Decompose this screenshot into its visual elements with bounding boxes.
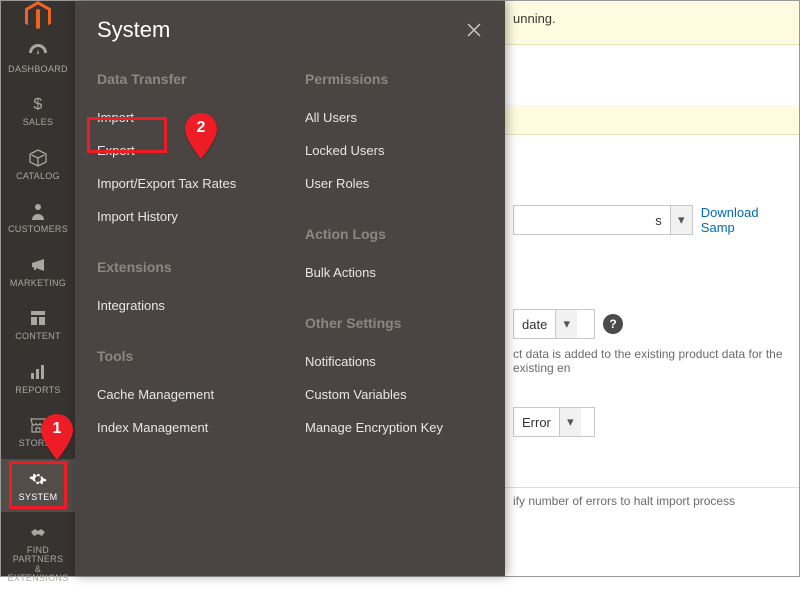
group-title-extensions: Extensions: [97, 259, 275, 275]
download-sample-link[interactable]: Download Samp: [701, 205, 791, 235]
import-behavior-row: date ▾ ?: [505, 303, 799, 345]
sidebar-item-label: CUSTOMERS: [8, 225, 68, 234]
footer-help-text: ify number of errors to halt import proc…: [505, 487, 799, 516]
entity-type-row: s ▾ Download Samp: [505, 199, 799, 241]
store-icon: [29, 415, 47, 435]
sidebar-item-stores[interactable]: STORES: [1, 405, 75, 458]
sidebar-item-marketing[interactable]: MARKETING: [1, 245, 75, 298]
menu-item-user-roles[interactable]: User Roles: [305, 167, 483, 200]
dollar-icon: $: [29, 94, 47, 114]
flyout-title: System: [97, 17, 170, 43]
help-icon[interactable]: ?: [603, 314, 623, 334]
entity-type-select[interactable]: s ▾: [513, 205, 693, 235]
menu-item-bulk-actions[interactable]: Bulk Actions: [305, 256, 483, 289]
sidebar-item-system[interactable]: SYSTEM: [1, 459, 75, 512]
admin-sidebar: DASHBOARD $ SALES CATALOG CUSTOMERS MARK…: [1, 1, 75, 576]
sidebar-item-customers[interactable]: CUSTOMERS: [1, 191, 75, 244]
menu-item-locked-users[interactable]: Locked Users: [305, 134, 483, 167]
flyout-col-left: Data Transfer Import Export Import/Expor…: [97, 65, 275, 462]
sidebar-item-reports[interactable]: REPORTS: [1, 352, 75, 405]
notice-banner-top: unning.: [505, 1, 799, 45]
sidebar-item-label: REPORTS: [15, 386, 60, 395]
page-background: unning. s ▾ Download Samp date ▾ ? ct da…: [505, 1, 799, 576]
sidebar-item-label: MARKETING: [10, 279, 66, 288]
notice-banner-2: [505, 105, 799, 135]
menu-item-import-history[interactable]: Import History: [97, 200, 275, 233]
layout-icon: [29, 308, 47, 328]
menu-item-export[interactable]: Export: [97, 134, 275, 167]
group-title-other-settings: Other Settings: [305, 315, 483, 331]
person-icon: [30, 201, 46, 221]
validation-row: Error ▾: [505, 401, 799, 443]
system-flyout: System Data Transfer Import Export Impor…: [75, 1, 505, 576]
menu-item-import[interactable]: Import: [97, 101, 275, 134]
gear-icon: [29, 469, 47, 489]
sidebar-item-catalog[interactable]: CATALOG: [1, 138, 75, 191]
sidebar-item-label: SALES: [23, 118, 54, 127]
sidebar-item-label: DASHBOARD: [8, 65, 68, 74]
sidebar-item-dashboard[interactable]: DASHBOARD: [1, 31, 75, 84]
sidebar-item-label: STORES: [19, 439, 58, 448]
box-icon: [29, 148, 47, 168]
menu-item-all-users[interactable]: All Users: [305, 101, 483, 134]
behavior-help-text: ct data is added to the existing product…: [505, 345, 799, 383]
import-behavior-select[interactable]: date ▾: [513, 309, 595, 339]
sidebar-item-find-partners[interactable]: FIND PARTNERS & EXTENSIONS: [1, 512, 75, 594]
bar-chart-icon: [29, 362, 47, 382]
group-title-data-transfer: Data Transfer: [97, 71, 275, 87]
banner-text-fragment: unning.: [513, 11, 556, 26]
group-title-tools: Tools: [97, 348, 275, 364]
menu-item-import-export-tax-rates[interactable]: Import/Export Tax Rates: [97, 167, 275, 200]
close-icon[interactable]: [465, 21, 483, 39]
menu-item-index-management[interactable]: Index Management: [97, 411, 275, 444]
chevron-down-icon: ▾: [670, 206, 692, 234]
chevron-down-icon: ▾: [555, 310, 577, 338]
validation-select[interactable]: Error ▾: [513, 407, 595, 437]
sidebar-item-label: CATALOG: [16, 172, 60, 181]
menu-item-notifications[interactable]: Notifications: [305, 345, 483, 378]
handshake-icon: [29, 522, 47, 542]
menu-item-custom-variables[interactable]: Custom Variables: [305, 378, 483, 411]
svg-text:$: $: [33, 96, 42, 113]
sidebar-item-label: FIND PARTNERS & EXTENSIONS: [3, 546, 73, 584]
sidebar-item-content[interactable]: CONTENT: [1, 298, 75, 351]
megaphone-icon: [29, 255, 47, 275]
menu-item-cache-management[interactable]: Cache Management: [97, 378, 275, 411]
sidebar-item-sales[interactable]: $ SALES: [1, 84, 75, 137]
magento-logo[interactable]: [1, 1, 75, 31]
chevron-down-icon: ▾: [559, 408, 581, 436]
flyout-col-right: Permissions All Users Locked Users User …: [305, 65, 483, 462]
group-title-permissions: Permissions: [305, 71, 483, 87]
group-title-action-logs: Action Logs: [305, 226, 483, 242]
sidebar-item-label: SYSTEM: [19, 493, 58, 502]
menu-item-integrations[interactable]: Integrations: [97, 289, 275, 322]
sidebar-item-label: CONTENT: [15, 332, 61, 341]
menu-item-manage-encryption-key[interactable]: Manage Encryption Key: [305, 411, 483, 444]
gauge-icon: [28, 41, 48, 61]
